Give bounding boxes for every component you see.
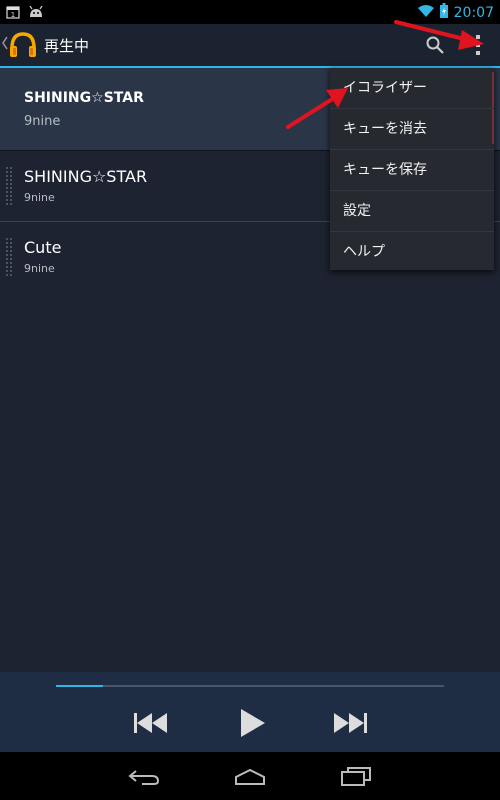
play-icon[interactable] — [240, 708, 266, 742]
skip-next-icon[interactable] — [333, 712, 367, 738]
skip-previous-icon[interactable] — [134, 712, 168, 738]
player-controls — [0, 672, 500, 752]
back-icon[interactable] — [128, 768, 160, 790]
home-icon[interactable] — [234, 768, 266, 790]
progress-bar[interactable] — [56, 685, 444, 687]
navigation-bar — [0, 752, 500, 800]
annotation-arrow — [394, 20, 484, 50]
recent-apps-icon[interactable] — [340, 766, 372, 790]
progress-fill — [56, 685, 103, 687]
annotation-arrow — [286, 88, 348, 129]
